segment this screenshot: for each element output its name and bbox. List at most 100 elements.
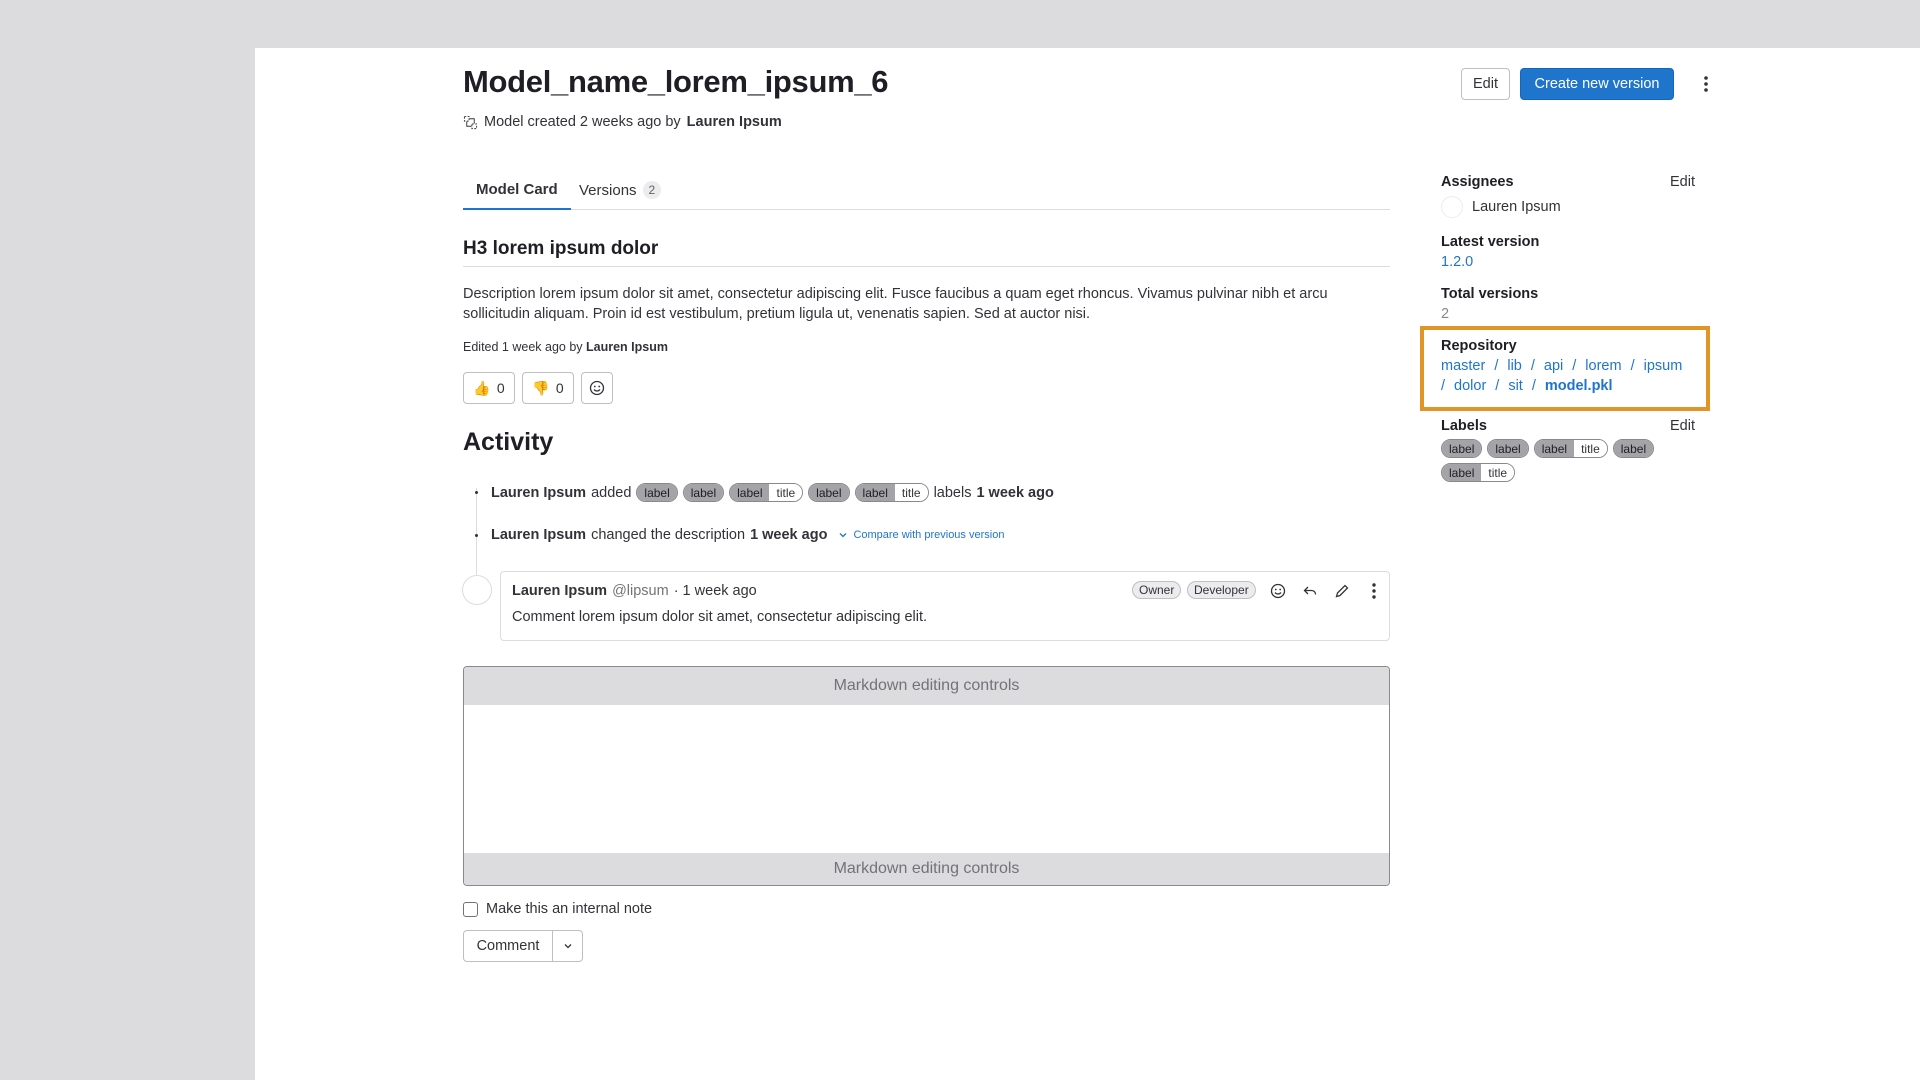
label-chip[interactable]: label (682, 483, 725, 502)
scoped-label-chip[interactable]: label title (1441, 463, 1516, 482)
activity-heading: Activity (463, 428, 554, 456)
repo-file-link[interactable]: model.pkl (1545, 378, 1613, 394)
page-meta: Model created 2 weeks ago by Lauren Ipsu… (463, 114, 782, 130)
internal-note-row: Make this an internal note (463, 901, 652, 917)
comment-note: Lauren Ipsum @lipsum · 1 week ago Owner … (500, 571, 1390, 641)
scoped-label-chip[interactable]: label title (854, 483, 929, 502)
labels-heading: Labels (1441, 418, 1487, 434)
tab-versions[interactable]: Versions 2 (575, 170, 665, 210)
thumbs-down-icon: 👎 (532, 379, 550, 396)
versions-count-badge: 2 (642, 181, 662, 199)
activity-event-description: Lauren Ipsum changed the description 1 w… (475, 527, 1004, 543)
thumbs-down-count: 0 (555, 380, 564, 396)
internal-note-label[interactable]: Make this an internal note (486, 901, 652, 917)
labels-edit-link[interactable]: Edit (1670, 418, 1695, 434)
repo-path-segment[interactable]: api (1544, 358, 1563, 374)
label-chip[interactable]: label (1612, 439, 1655, 458)
label-key: label (809, 484, 849, 501)
event-verb: added (591, 484, 632, 501)
label-value: title (1481, 464, 1515, 481)
label-key: label (730, 484, 770, 501)
thumbs-up-count: 0 (496, 380, 505, 396)
tab-label: Versions (579, 181, 637, 199)
label-key: label (855, 484, 895, 501)
comment-header: Lauren Ipsum @lipsum · 1 week ago (512, 583, 757, 599)
total-versions-heading: Total versions (1441, 286, 1539, 302)
label-chip[interactable]: label (636, 483, 678, 502)
label-key: label (1534, 440, 1575, 457)
pencil-icon[interactable] (1332, 581, 1352, 601)
chevron-down-icon[interactable] (838, 530, 848, 540)
label-chip[interactable]: label (808, 483, 850, 502)
tab-model-card[interactable]: Model Card (463, 170, 571, 210)
internal-note-checkbox[interactable] (463, 901, 478, 917)
label-chip[interactable]: label (1441, 439, 1483, 458)
sidebar-labels-list: label label label title label label title (1441, 439, 1711, 482)
label-value: title (1574, 440, 1607, 457)
event-author[interactable]: Lauren Ipsum (491, 527, 586, 543)
thumbs-up-button[interactable]: 👍 0 (463, 372, 515, 404)
label-key: label (1442, 440, 1482, 457)
activity-event-labels: Lauren Ipsum added label label label titl… (475, 483, 1054, 502)
smiley-icon (589, 380, 605, 396)
main-page: Model_name_lorem_ipsum_6 Model created 2… (255, 48, 1920, 1080)
label-value: title (894, 484, 928, 501)
event-verb: changed the description (591, 527, 746, 543)
edited-info: Edited 1 week ago by Lauren Ipsum (463, 340, 668, 354)
scoped-label-chip[interactable]: label title (729, 483, 804, 502)
repo-path-segment[interactable]: dolor (1454, 378, 1486, 394)
more-actions-icon[interactable] (1691, 68, 1721, 100)
timeline-dot (475, 533, 478, 537)
repo-path-segment[interactable]: lib (1507, 358, 1522, 374)
comment-button[interactable]: Comment (463, 930, 553, 962)
repository-path-line1: master / lib / api / lorem / ipsum (1441, 358, 1683, 374)
repo-path-segment[interactable]: lorem (1585, 358, 1621, 374)
assignee-item[interactable]: Lauren Ipsum (1441, 196, 1561, 218)
more-actions-icon[interactable] (1364, 581, 1384, 601)
repository-path-line2: / dolor / sit / model.pkl (1441, 378, 1613, 394)
timeline-dot (475, 491, 478, 494)
label-key: label (637, 484, 677, 501)
comment-handle[interactable]: @lipsum (612, 583, 669, 599)
compare-link[interactable]: Compare with previous version (853, 529, 1004, 541)
label-chip[interactable]: label (1487, 439, 1529, 458)
edited-author[interactable]: Lauren Ipsum (586, 340, 668, 354)
markdown-controls-bottom[interactable]: Markdown editing controls (464, 853, 1389, 885)
smiley-icon[interactable] (1268, 581, 1288, 601)
meta-author[interactable]: Lauren Ipsum (687, 114, 782, 130)
repo-path-segment[interactable]: sit (1508, 378, 1523, 394)
avatar[interactable] (462, 575, 492, 605)
tab-label: Model Card (476, 180, 558, 198)
repo-path-segment[interactable]: master (1441, 358, 1485, 374)
label-key: label (1613, 440, 1654, 457)
create-new-version-button[interactable]: Create new version (1520, 68, 1674, 100)
scoped-label-chip[interactable]: label title (1533, 439, 1608, 458)
assignee-name: Lauren Ipsum (1472, 199, 1561, 215)
card-description: Description lorem ipsum dolor sit amet, … (463, 286, 1328, 322)
chevron-down-icon (564, 944, 571, 949)
label-key: label (1488, 440, 1528, 457)
latest-version-heading: Latest version (1441, 234, 1540, 250)
meta-text: Model created 2 weeks ago by (484, 114, 681, 130)
tabs: Model Card Versions 2 (463, 170, 1390, 210)
markdown-controls-top[interactable]: Markdown editing controls (464, 667, 1389, 705)
edit-button[interactable]: Edit (1461, 68, 1510, 100)
add-reaction-button[interactable] (581, 372, 613, 404)
repo-path-segment[interactable]: ipsum (1644, 358, 1683, 374)
reply-icon[interactable] (1300, 581, 1320, 601)
label-key: label (683, 484, 724, 501)
comment-options-button[interactable] (552, 930, 583, 962)
assignees-heading: Assignees (1441, 174, 1514, 190)
label-key: label (1442, 464, 1482, 481)
comment-author[interactable]: Lauren Ipsum (512, 583, 607, 599)
comment-time: · 1 week ago (673, 583, 757, 599)
total-versions-value: 2 (1441, 306, 1450, 322)
card-heading: H3 lorem ipsum dolor (463, 238, 1390, 267)
assignees-edit-link[interactable]: Edit (1670, 174, 1695, 190)
comment-textarea[interactable] (464, 705, 1389, 853)
event-author[interactable]: Lauren Ipsum (491, 485, 586, 501)
developer-badge: Developer (1187, 581, 1256, 599)
thumbs-down-button[interactable]: 👎 0 (522, 372, 574, 404)
page-title: Model_name_lorem_ipsum_6 (463, 64, 889, 99)
latest-version-link[interactable]: 1.2.0 (1441, 254, 1473, 270)
